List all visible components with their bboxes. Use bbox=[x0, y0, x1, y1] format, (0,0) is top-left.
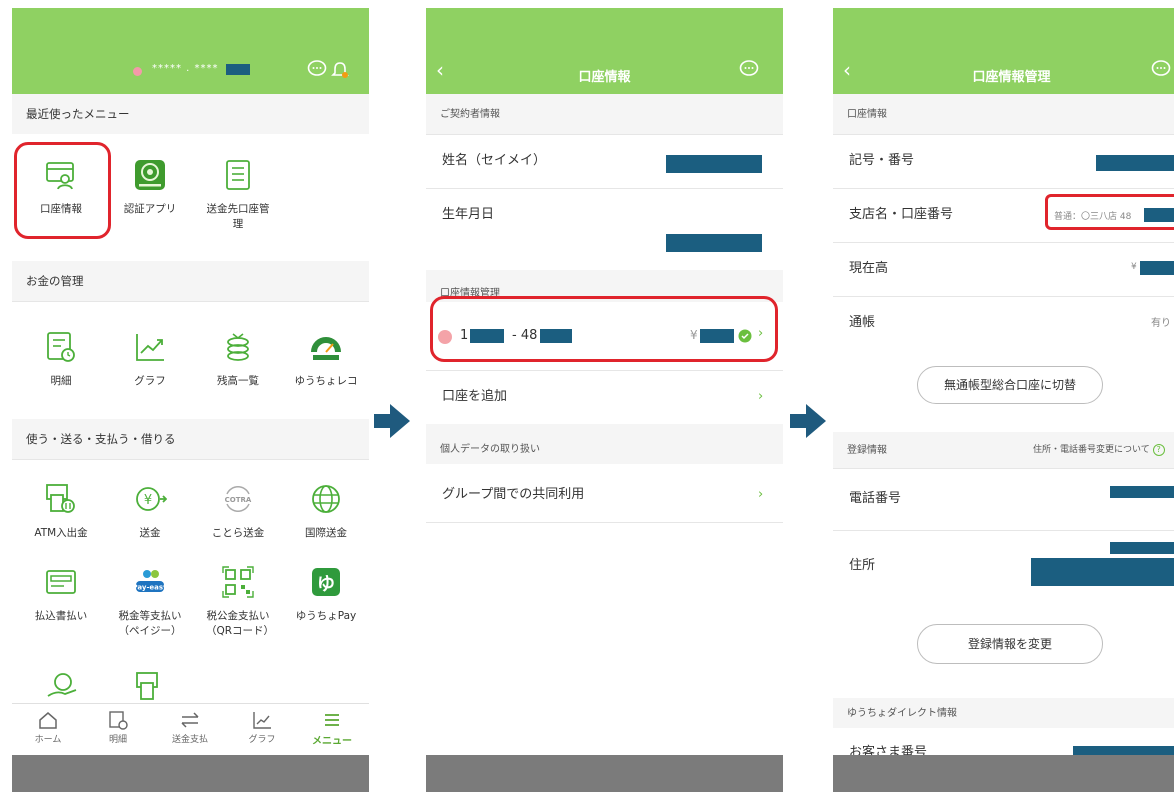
balance-list-icon bbox=[227, 333, 249, 361]
menu-auth-app[interactable]: 認証アプリ bbox=[109, 158, 191, 217]
redacted-address-1 bbox=[1110, 542, 1174, 554]
globe-icon bbox=[312, 485, 340, 513]
cotra-icon: COTRA bbox=[225, 486, 252, 512]
tab-graph[interactable]: グラフ bbox=[232, 710, 292, 745]
redacted-phone bbox=[1110, 486, 1174, 498]
statement-icon bbox=[47, 332, 75, 362]
transfer-icon bbox=[181, 712, 199, 728]
group-use-row[interactable]: グループ間での共同利用 › bbox=[426, 468, 783, 522]
header-bar: ‹ 口座情報 bbox=[426, 8, 783, 94]
money-header: お金の管理 bbox=[12, 261, 369, 301]
menu-qr-payment[interactable]: 税公金支払い（QRコード） bbox=[197, 565, 279, 639]
system-bar bbox=[426, 755, 783, 792]
menu-icon bbox=[325, 714, 339, 726]
chat-icon[interactable] bbox=[307, 60, 327, 78]
balance-row: 現在高 bbox=[849, 261, 889, 276]
chevron-right-icon: › bbox=[758, 487, 764, 502]
help-icon: ? bbox=[1152, 444, 1165, 456]
send-money-icon: ¥ bbox=[136, 487, 167, 511]
payeasy-icon: Pay-easy bbox=[133, 570, 167, 592]
tab-transfer[interactable]: 送金支払 bbox=[160, 710, 220, 745]
chat-icon[interactable] bbox=[1151, 60, 1171, 78]
highlight-account-row bbox=[430, 296, 778, 362]
highlight-account-info bbox=[14, 142, 111, 239]
account-management-screen: ‹ 口座情報管理 口座情報 記号・番号 支店名・口座番号 普通：〇三八店 48 … bbox=[833, 8, 1174, 792]
menu-international[interactable]: 国際送金 bbox=[285, 482, 367, 541]
redacted-user bbox=[226, 64, 250, 75]
notification-bell-icon[interactable] bbox=[330, 60, 350, 80]
direct-info-header: ゆうちょダイレクト情報 bbox=[833, 698, 1174, 728]
yucho-reco-icon bbox=[311, 337, 341, 360]
system-bar bbox=[12, 755, 369, 792]
atm-icon bbox=[46, 484, 75, 513]
account-info-screen: ‹ 口座情報 ご契約者情報 姓名（セイメイ） 生年月日 口座情報管理 1 - 4… bbox=[426, 8, 783, 792]
page-title: 口座情報 bbox=[578, 70, 631, 85]
account-info-header: 口座情報 bbox=[833, 94, 1174, 134]
arrow-right-icon bbox=[790, 404, 826, 438]
svg-text:COTRA: COTRA bbox=[225, 496, 252, 504]
redacted-symbol-number bbox=[1096, 155, 1174, 171]
highlight-branch bbox=[1045, 194, 1174, 230]
menu-atm[interactable]: ATM入出金 bbox=[20, 482, 102, 541]
passbook-value: 有り bbox=[1151, 318, 1171, 329]
switch-passbook-button[interactable]: 無通帳型総合口座に切替 bbox=[917, 366, 1103, 404]
passbook-row: 通帳 bbox=[849, 315, 876, 330]
payment-slip-icon bbox=[46, 570, 76, 594]
menu-payeasy[interactable]: Pay-easy 税金等支払い（ペイジー） bbox=[109, 565, 191, 639]
pay-header: 使う・送る・支払う・借りる bbox=[12, 419, 369, 459]
add-account-row[interactable]: 口座を追加 › bbox=[426, 370, 783, 424]
graph-icon bbox=[136, 334, 164, 361]
chat-icon[interactable] bbox=[739, 60, 759, 78]
tab-menu[interactable]: メニュー bbox=[302, 710, 362, 747]
graph-icon bbox=[253, 712, 271, 729]
atm-icon bbox=[136, 672, 158, 700]
arrow-right-icon bbox=[374, 404, 410, 438]
menu-graph[interactable]: グラフ bbox=[109, 330, 191, 389]
redacted-name bbox=[666, 155, 762, 173]
menu-balance-list[interactable]: 残高一覧 bbox=[197, 330, 279, 389]
home-icon bbox=[39, 712, 57, 729]
redacted-balance bbox=[1140, 261, 1174, 275]
menu-yucho-pay[interactable]: ゆ ゆうちょPay bbox=[285, 565, 367, 624]
change-registration-button[interactable]: 登録情報を変更 bbox=[917, 624, 1103, 664]
header-bar: ‹ 口座情報管理 bbox=[833, 8, 1174, 94]
registration-header: 登録情報 住所・電話番号変更について ? bbox=[833, 432, 1174, 468]
masked-user-name: ***** . **** bbox=[152, 63, 219, 74]
qr-code-icon bbox=[222, 566, 254, 598]
user-avatar-icon bbox=[133, 67, 142, 76]
recent-menu-header: 最近使ったメニュー bbox=[12, 94, 369, 134]
auth-app-icon bbox=[135, 160, 165, 190]
yucho-pay-icon: ゆ bbox=[312, 568, 340, 596]
menu-statement[interactable]: 明細 bbox=[20, 330, 102, 389]
menu-send-money[interactable]: ¥ 送金 bbox=[109, 482, 191, 541]
page-title: 口座情報管理 bbox=[972, 70, 1051, 85]
loan-icon bbox=[47, 673, 77, 697]
contract-header: ご契約者情報 bbox=[426, 94, 783, 134]
header-bar: ***** . **** bbox=[12, 8, 369, 94]
menu-cotra[interactable]: COTRA ことら送金 bbox=[197, 482, 279, 541]
chevron-right-icon: › bbox=[758, 389, 764, 404]
menu-screen: ***** . **** 最近使ったメニュー 口座情報 認証アプリ 送金先口座管… bbox=[12, 8, 369, 792]
menu-yucho-reco[interactable]: ゆうちょレコ bbox=[285, 330, 367, 389]
statement-icon bbox=[109, 711, 128, 730]
redacted-birthdate bbox=[666, 234, 762, 252]
svg-text:ゆ: ゆ bbox=[317, 574, 335, 595]
svg-text:Pay-easy: Pay-easy bbox=[133, 584, 167, 592]
svg-text:¥: ¥ bbox=[144, 493, 152, 508]
redacted-address-2 bbox=[1031, 558, 1174, 586]
personal-data-header: 個人データの取り扱い bbox=[426, 424, 783, 464]
menu-payment-slip[interactable]: 払込書払い bbox=[20, 565, 102, 624]
tab-home[interactable]: ホーム bbox=[18, 710, 78, 745]
system-bar bbox=[833, 755, 1174, 792]
registration-help-link[interactable]: 住所・電話番号変更について ? bbox=[1033, 432, 1165, 468]
transfer-account-list-icon bbox=[226, 160, 250, 190]
phone-row: 電話番号 bbox=[849, 491, 902, 506]
bottom-tab-bar: ホーム 明細 送金支払 グラフ メニュー bbox=[12, 703, 369, 753]
menu-transfer-accounts[interactable]: 送金先口座管理 bbox=[197, 158, 279, 232]
tab-statement[interactable]: 明細 bbox=[88, 710, 148, 745]
